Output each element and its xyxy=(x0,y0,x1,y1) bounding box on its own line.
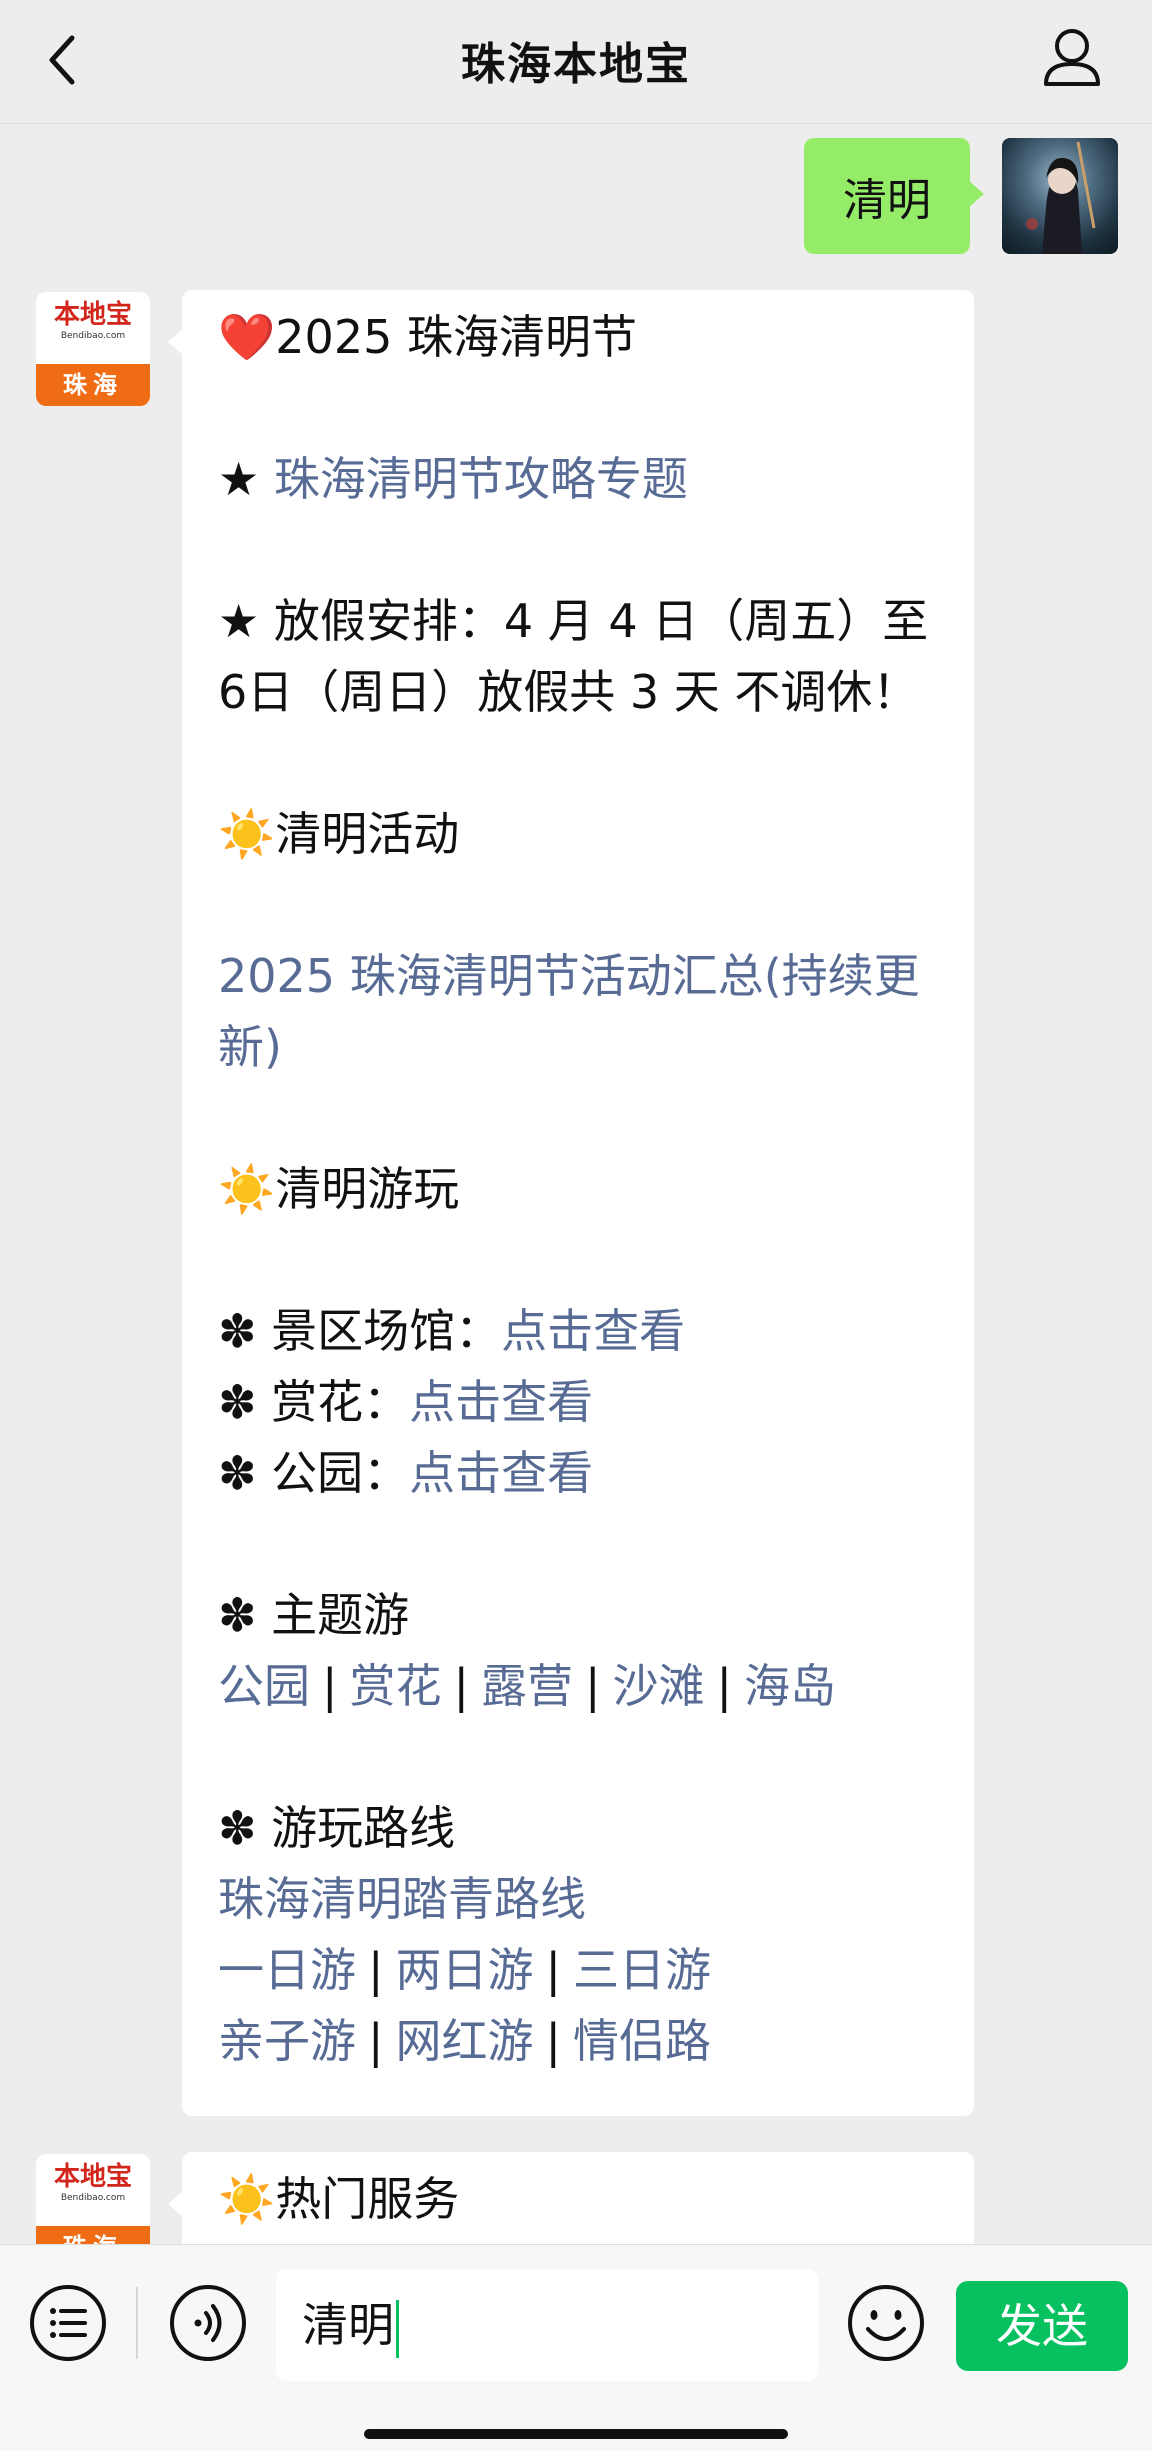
chat-title: 珠海本地宝 xyxy=(461,39,691,90)
flowers-line: ✽ 赏花：点击查看 xyxy=(218,1367,938,1438)
bot-avatar-city: 珠海 xyxy=(36,364,150,406)
holiday-line-1: ★ 放假安排：4 月 4 日（周五）至 xyxy=(218,594,929,648)
bot-avatar-url: Bendibao.com xyxy=(60,331,126,341)
separator: | xyxy=(453,1659,470,1713)
bot-avatar-logo: 本地宝 Bendibao.com xyxy=(36,2154,150,2222)
message-title-text: 2025 珠海清明节 xyxy=(275,310,637,364)
venues-label: 景区场馆： xyxy=(271,1304,502,1358)
park-view-link[interactable]: 点击查看 xyxy=(409,1446,593,1500)
route-link-one-day[interactable]: 一日游 xyxy=(218,1943,356,1997)
bot-avatar-logo: 本地宝 Bendibao.com xyxy=(36,292,150,360)
clover-icon: ✽ xyxy=(218,1801,257,1855)
clover-icon: ✽ xyxy=(218,1588,257,1642)
bot-avatar[interactable]: 本地宝 Bendibao.com 珠海 xyxy=(36,292,150,406)
park-label: 公园： xyxy=(271,1446,410,1500)
bot-avatar-brand: 本地宝 xyxy=(53,300,132,330)
route-heading: ✽ 游玩路线 xyxy=(218,1793,938,1864)
chat-area[interactable]: 清明 本地宝 Bendibao.com 珠海 ❤️2025 珠海清明节 ★ 珠海… xyxy=(0,124,1152,2244)
services-heading: ☀️热门服务 xyxy=(218,2164,938,2235)
message-input-value: 清明 xyxy=(302,2298,394,2352)
separator: | xyxy=(368,2014,384,2068)
star-icon: ★ xyxy=(218,452,260,506)
route-link-three-day[interactable]: 三日游 xyxy=(573,1943,711,1997)
clover-icon: ✽ xyxy=(218,1375,257,1429)
input-bar: 清明 发送 xyxy=(0,2244,1152,2451)
user-avatar[interactable] xyxy=(1002,138,1118,254)
topic-line: ★ 珠海清明节攻略专题 xyxy=(218,444,938,515)
park-line: ✽ 公园：点击查看 xyxy=(218,1438,938,1509)
incoming-message[interactable]: ❤️2025 珠海清明节 ★ 珠海清明节攻略专题 ★ 放假安排：4 月 4 日（… xyxy=(168,290,974,2116)
theme-link-island[interactable]: 海岛 xyxy=(744,1659,836,1713)
voice-icon[interactable] xyxy=(168,2283,248,2363)
route-heading-text: 游玩路线 xyxy=(271,1801,456,1855)
incoming-message[interactable]: ☀️热门服务 xyxy=(168,2152,974,2244)
theme-link-flowers[interactable]: 赏花 xyxy=(350,1659,442,1713)
separator: | xyxy=(716,1659,733,1713)
send-button[interactable]: 发送 xyxy=(956,2281,1128,2371)
topic-link[interactable]: 珠海清明节攻略专题 xyxy=(274,452,688,506)
route-link-family[interactable]: 亲子游 xyxy=(218,2014,356,2068)
bot-avatar-url: Bendibao.com xyxy=(60,2193,126,2203)
emoji-icon[interactable] xyxy=(846,2283,926,2363)
separator: | xyxy=(322,1659,338,1713)
message-title: ❤️2025 珠海清明节 xyxy=(218,302,938,373)
bot-avatar-brand: 本地宝 xyxy=(53,2162,132,2192)
outgoing-message-text: 清明 xyxy=(843,175,931,226)
clover-icon: ✽ xyxy=(218,1446,257,1500)
menu-list-icon[interactable] xyxy=(28,2283,108,2363)
holiday-line-2: 6日（周日）放假共 3 天 不调休！ xyxy=(218,665,919,719)
theme-heading: ✽ 主题游 xyxy=(218,1580,938,1651)
route-link[interactable]: 珠海清明踏青路线 xyxy=(218,1864,938,1935)
route-link-lovers-road[interactable]: 情侣路 xyxy=(573,2014,711,2068)
activity-heading: ☀️清明活动 xyxy=(218,799,938,870)
separator: | xyxy=(368,1943,384,1997)
text-caret xyxy=(396,2299,399,2358)
flowers-view-link[interactable]: 点击查看 xyxy=(409,1375,593,1429)
separator: | xyxy=(545,2014,562,2068)
separator: | xyxy=(545,1943,562,1997)
heart-icon: ❤️ xyxy=(218,310,276,364)
sun-icon: ☀️ xyxy=(218,2172,276,2226)
activity-link[interactable]: 2025 珠海清明节活动汇总(持续更新) xyxy=(218,941,938,1083)
sun-icon: ☀️ xyxy=(218,1162,276,1216)
divider xyxy=(136,2287,138,2359)
message-input[interactable]: 清明 xyxy=(276,2269,818,2381)
person-icon[interactable] xyxy=(1040,24,1104,94)
venues-line: ✽ 景区场馆：点击查看 xyxy=(218,1296,938,1367)
route-link-influencer[interactable]: 网红游 xyxy=(396,2014,534,2068)
chat-header: 珠海本地宝 xyxy=(0,0,1152,124)
separator: | xyxy=(585,1659,601,1713)
play-heading: ☀️清明游玩 xyxy=(218,1154,938,1225)
theme-links-row: 公园 | 赏花 | 露营 | 沙滩 | 海岛 xyxy=(218,1651,938,1722)
services-heading-text: 热门服务 xyxy=(275,2172,460,2226)
route-links-row-1: 一日游 | 两日游 | 三日游 xyxy=(218,1935,938,2006)
outgoing-message[interactable]: 清明 xyxy=(804,138,984,254)
theme-link-beach[interactable]: 沙滩 xyxy=(613,1659,705,1713)
theme-heading-text: 主题游 xyxy=(271,1588,410,1642)
sun-icon: ☀️ xyxy=(218,807,276,861)
bot-avatar-city: 珠海 xyxy=(36,2226,150,2244)
clover-icon: ✽ xyxy=(218,1304,257,1358)
play-heading-text: 清明游玩 xyxy=(275,1162,460,1216)
bot-avatar[interactable]: 本地宝 Bendibao.com 珠海 xyxy=(36,2154,150,2244)
venues-view-link[interactable]: 点击查看 xyxy=(501,1304,685,1358)
home-indicator xyxy=(364,2429,788,2439)
route-links-row-2: 亲子游 | 网红游 | 情侣路 xyxy=(218,2006,938,2077)
activity-heading-text: 清明活动 xyxy=(275,807,460,861)
theme-link-park[interactable]: 公园 xyxy=(218,1659,310,1713)
theme-link-camping[interactable]: 露营 xyxy=(481,1659,573,1713)
route-link-two-day[interactable]: 两日游 xyxy=(396,1943,534,1997)
flowers-label: 赏花： xyxy=(271,1375,410,1429)
